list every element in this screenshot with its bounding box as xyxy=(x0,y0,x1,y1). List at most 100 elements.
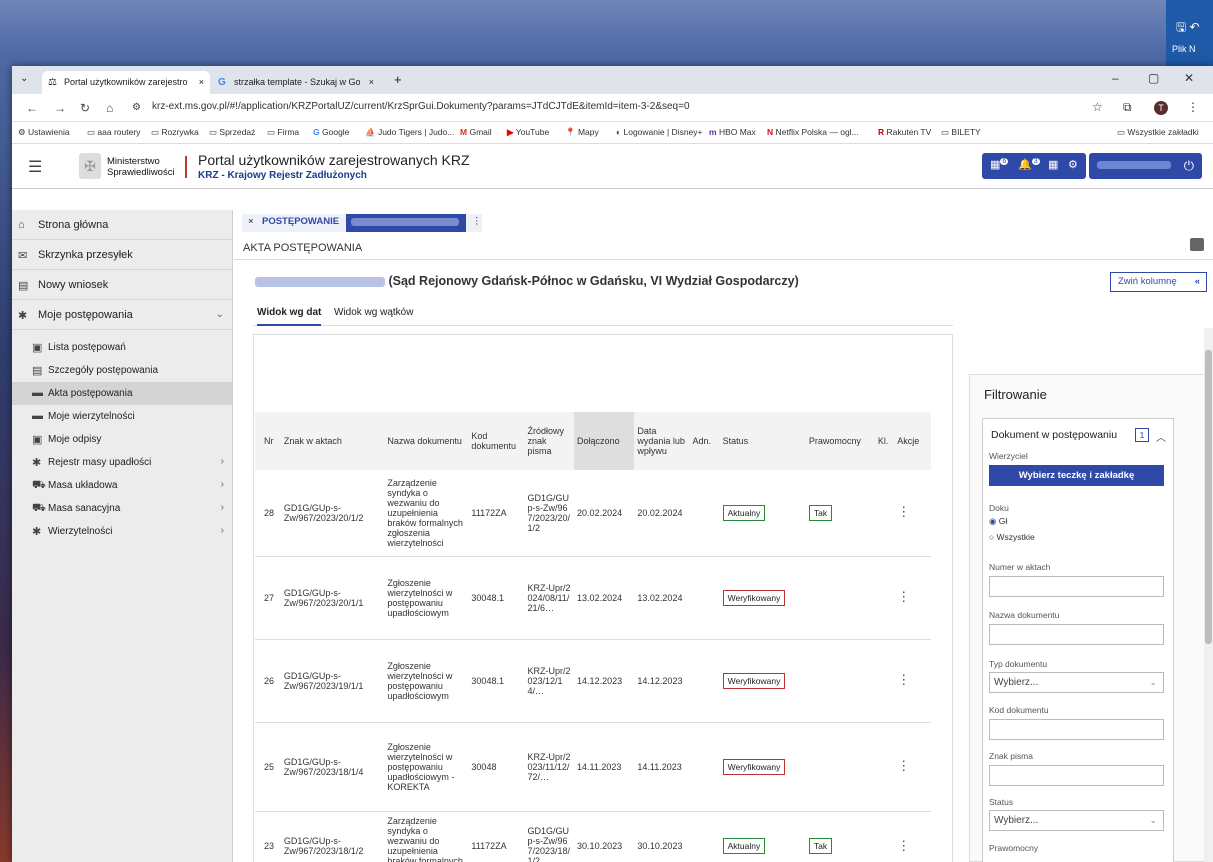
bookmark-item[interactable]: m HBO Max xyxy=(709,127,756,137)
bookmark-item[interactable]: ⚙ Ustawienia xyxy=(18,127,70,138)
radio-main[interactable]: ◉ Gł xyxy=(989,516,1007,527)
document-type-select[interactable]: Wybierz... ⌄ xyxy=(989,672,1164,693)
case-number-input[interactable] xyxy=(989,576,1164,597)
sidebar-item-proceeding-details[interactable]: ▤ Szczegóły postępowania xyxy=(12,359,232,382)
filter-group-title[interactable]: Dokument w postępowaniu xyxy=(991,429,1117,441)
bookmark-item[interactable]: ▭ BILETY xyxy=(941,127,981,138)
bookmark-item[interactable]: ▭ Sprzedaż xyxy=(209,127,255,138)
breadcrumb-more-icon[interactable]: ⋮ xyxy=(472,216,482,227)
letter-sign-input[interactable] xyxy=(989,765,1164,786)
briefcase-icon[interactable] xyxy=(1190,238,1204,251)
row-actions-icon[interactable]: ⋮ xyxy=(897,589,910,604)
sidebar-item-restructuring-estate[interactable]: ⛟ Masa sanacyjna › xyxy=(12,497,232,520)
apps-grid-icon[interactable]: ▦ xyxy=(1048,158,1058,171)
site-info-icon[interactable]: ⚙ xyxy=(132,102,141,113)
cell-znak: GD1G/GUp-s-Zw/967/2023/18/1/4 xyxy=(280,722,385,812)
row-actions-icon[interactable]: ⋮ xyxy=(897,504,910,519)
settings-gear-icon[interactable]: ⚙ xyxy=(1068,158,1078,171)
sidebar: ⌂ Strona główna ✉ Skrzynka przesyłek ▤ Nowy… xyxy=(12,210,233,862)
bookmark-item[interactable]: N Netflix Polska — ogl... xyxy=(767,127,859,137)
row-actions-icon[interactable]: ⋮ xyxy=(897,672,910,687)
document-code-input[interactable] xyxy=(989,719,1164,740)
forward-icon[interactable]: → xyxy=(54,101,66,115)
user-button[interactable]: ⏻ xyxy=(1089,153,1202,179)
document-code-label: Kod dokumentu xyxy=(989,705,1049,715)
status-select[interactable]: Wybierz... ⌄ xyxy=(989,810,1164,831)
case-title: (Sąd Rejonowy Gdańsk-Północ w Gdańsku, V… xyxy=(255,274,799,288)
bookmark-item[interactable]: R Rakuten TV xyxy=(878,127,931,137)
bookmark-item[interactable]: ◐ Logowanie | Disney+ xyxy=(616,127,703,137)
logout-power-icon[interactable]: ⏻ xyxy=(1184,158,1194,174)
row-actions-icon[interactable]: ⋮ xyxy=(897,758,910,773)
sidebar-item-home[interactable]: ⌂ Strona główna xyxy=(12,210,232,240)
home-icon[interactable]: ⌂ xyxy=(106,101,113,115)
hamburger-menu-icon[interactable]: ☰ xyxy=(28,157,42,177)
close-breadcrumb-icon[interactable]: × xyxy=(248,216,254,227)
bookmark-item[interactable]: ▶ YouTube xyxy=(507,127,549,138)
table-row[interactable]: 23 GD1G/GUp-s-Zw/967/2023/18/1/2 Zarządzen… xyxy=(255,811,931,862)
bookmark-item[interactable]: M Gmail xyxy=(460,127,492,137)
table-row[interactable]: 27 GD1G/GUp-s-Zw/967/2023/20/1/1 Zgłoszeni… xyxy=(255,556,931,640)
bookmark-item[interactable]: 📍 Mapy xyxy=(565,127,599,138)
bookmark-item[interactable]: ⛵ Judo Tigers | Judo... xyxy=(365,127,454,138)
row-actions-icon[interactable]: ⋮ xyxy=(897,838,910,853)
profile-avatar[interactable]: T xyxy=(1154,101,1168,115)
sidebar-item-my-copies[interactable]: ▣ Moje odpisy xyxy=(12,428,232,451)
cell-kod: 11172ZA xyxy=(468,470,525,557)
breadcrumb-proceeding[interactable]: POSTĘPOWANIE xyxy=(262,216,339,227)
document-name-input[interactable] xyxy=(989,624,1164,645)
browser-menu-icon[interactable]: ⋮ xyxy=(1187,100,1199,114)
bookmark-item[interactable]: ▭ aaa routery xyxy=(87,127,140,138)
url-field[interactable]: krz-ext.ms.gov.pl/#!/application/KRZPort… xyxy=(152,101,690,112)
tab-google[interactable]: G strzałka template - Szukaj w Go × xyxy=(212,71,380,94)
page-scrollbar[interactable] xyxy=(1204,328,1213,862)
collapse-column-button[interactable]: Zwiń kolumnę « xyxy=(1110,272,1207,292)
table-row[interactable]: 28 GD1G/GUp-s-Zw/967/2023/20/1/2 Zarządzen… xyxy=(255,470,931,557)
table-row[interactable]: 25 GD1G/GUp-s-Zw/967/2023/18/1/4 Zgłoszeni… xyxy=(255,722,931,812)
sidebar-item-proceedings-list[interactable]: ▣ Lista postępowań xyxy=(12,336,232,359)
tab-portal[interactable]: ⚖ Portal użytkowników zarejestro × xyxy=(42,71,210,94)
reload-icon[interactable]: ↻ xyxy=(80,101,90,115)
sidebar-item-arrangement-estate[interactable]: ⛟ Masa układowa › xyxy=(12,474,232,497)
tab-by-date[interactable]: Widok wg dat xyxy=(257,307,322,326)
status-badge: Aktualny xyxy=(722,504,766,521)
bookmark-item[interactable]: G Google xyxy=(313,127,349,137)
bookmark-item[interactable]: ▭ Rozrywka xyxy=(151,127,199,138)
back-icon[interactable]: ← xyxy=(26,101,38,115)
sidebar-item-case-files[interactable]: ▬ Akta postępowania xyxy=(12,382,232,405)
maximize-icon[interactable]: ▢ xyxy=(1148,71,1159,85)
new-tab-icon[interactable]: + xyxy=(394,72,402,87)
bell-notifications-icon[interactable]: 🔔 3 xyxy=(1018,158,1040,171)
sidebar-item-claims[interactable]: ✱ Wierzytelności › xyxy=(12,520,232,543)
cell-zrodlo: GD1G/GUp-s-Zw/967/2023/20/1/2 xyxy=(524,470,575,557)
sidebar-item-new-request[interactable]: ▤ Nowy wniosek xyxy=(12,270,232,300)
extensions-icon[interactable]: ⧉ xyxy=(1123,100,1132,115)
breadcrumb-case-chip[interactable] xyxy=(346,214,466,232)
chevron-up-icon[interactable]: ︿ xyxy=(1156,429,1166,444)
document-icon: ▤ xyxy=(18,280,29,292)
table-row[interactable]: 26 GD1G/GUp-s-Zw/967/2023/19/1/1 Zgłoszeni… xyxy=(255,639,931,723)
sidebar-item-my-claims[interactable]: ▬ Moje wierzytelności xyxy=(12,405,232,428)
scrollbar-thumb[interactable] xyxy=(1205,350,1212,644)
select-folder-button[interactable]: Wybierz teczkę i zakładkę xyxy=(989,465,1164,486)
close-window-icon[interactable]: ✕ xyxy=(1184,71,1194,85)
radio-all[interactable]: ○ Wszystkie xyxy=(989,532,1035,542)
calendar-notifications-icon[interactable]: ▦ 6 xyxy=(990,158,1009,171)
car-icon: ⛟ xyxy=(32,479,46,491)
cell-data: 30.10.2023 xyxy=(634,811,690,862)
bookmark-star-icon[interactable]: ☆ xyxy=(1092,100,1103,114)
sidebar-item-inbox[interactable]: ✉ Skrzynka przesyłek xyxy=(12,240,232,270)
close-tab-icon[interactable]: × xyxy=(199,71,204,94)
tab-search-icon[interactable]: ⌄ xyxy=(20,73,28,84)
minimize-icon[interactable]: – xyxy=(1112,71,1119,85)
file-menu-label: Plik N xyxy=(1172,44,1196,54)
sidebar-item-bankruptcy-register[interactable]: ✱ Rejestr masy upadłości › xyxy=(12,451,232,474)
close-tab-icon[interactable]: × xyxy=(369,71,374,94)
sidebar-item-my-proceedings[interactable]: ✱ Moje postępowania ⌄ xyxy=(12,300,232,330)
all-bookmarks[interactable]: ▭ Wszystkie zakładki xyxy=(1117,127,1199,138)
cell-data: 14.11.2023 xyxy=(634,722,690,812)
col-header-sorted[interactable]: Dołączono xyxy=(574,412,635,470)
cell-dolaczono: 14.12.2023 xyxy=(574,639,635,723)
tab-by-thread[interactable]: Widok wg wątków xyxy=(334,307,413,318)
bookmark-item[interactable]: ▭ Firma xyxy=(267,127,299,138)
